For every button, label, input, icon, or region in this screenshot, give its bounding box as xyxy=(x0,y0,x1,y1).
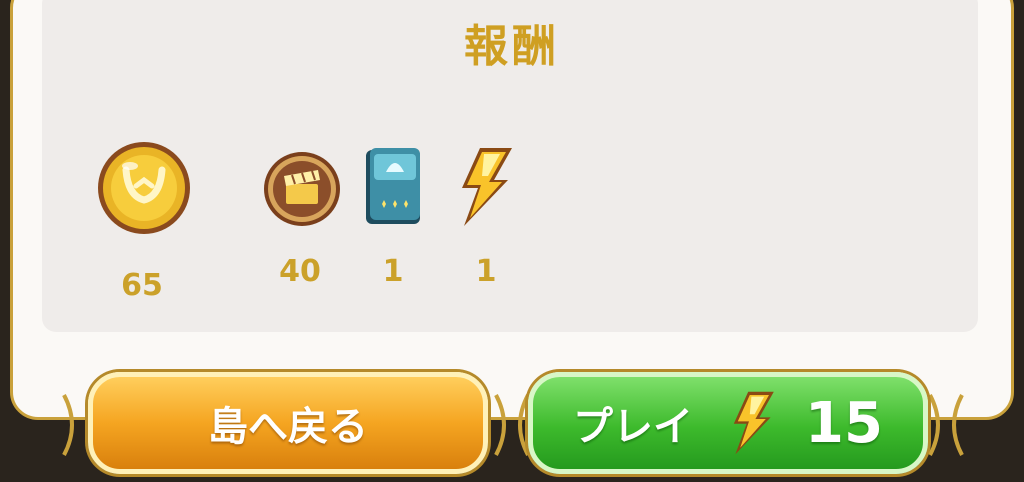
play-button[interactable]: プレイ 15 xyxy=(528,372,928,474)
card-pack-icon xyxy=(366,148,420,224)
lightning-bolt-icon xyxy=(733,391,774,455)
reward-count: 65 xyxy=(121,268,163,303)
reward-gold-coin xyxy=(96,140,192,240)
ornament-icon xyxy=(494,394,530,456)
page-title: 報酬 xyxy=(464,21,560,72)
reward-count: 40 xyxy=(279,254,321,289)
reward-count: 1 xyxy=(382,254,404,289)
reward-bronze-coin xyxy=(262,150,342,232)
bronze-clapperboard-coin-icon xyxy=(264,152,340,226)
reward-card-pack xyxy=(362,144,424,232)
ornament-icon xyxy=(928,394,964,456)
back-button-label: 島へ戻る xyxy=(208,404,368,450)
reward-energy xyxy=(456,146,516,232)
play-button-label: プレイ xyxy=(573,404,694,450)
reward-count: 1 xyxy=(475,254,497,289)
play-energy-cost: 15 xyxy=(805,390,883,456)
back-to-island-button[interactable]: 島へ戻る xyxy=(88,372,488,474)
lightning-bolt-icon xyxy=(462,148,512,226)
gold-coin-icon xyxy=(98,142,190,234)
